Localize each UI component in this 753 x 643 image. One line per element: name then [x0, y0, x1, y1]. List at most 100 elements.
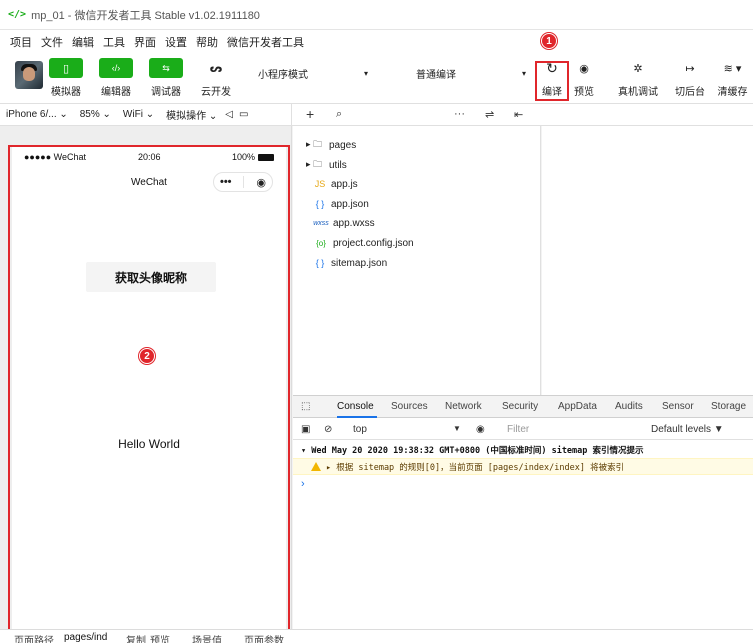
preview-link[interactable]: 预览 [150, 632, 170, 643]
tree-item-project-config[interactable]: {o} project.config.json [313, 233, 414, 253]
background-button[interactable]: ↦ 切后台 [666, 58, 714, 99]
inspect-element-icon[interactable]: ⬚ [301, 401, 310, 412]
real-device-debug-button[interactable]: ✲ 真机调试 [614, 58, 662, 99]
live-expression-icon[interactable]: ◉ [476, 424, 485, 435]
code-icon: ‹/› [99, 58, 133, 78]
menu-item-view[interactable]: 界面 [134, 34, 156, 50]
menu-item-help[interactable]: 帮助 [196, 34, 218, 50]
compile-highlight-box [535, 61, 569, 101]
avatar-face [23, 67, 35, 81]
device-select[interactable]: iPhone 6/... ⌄ [6, 109, 68, 120]
page-params-button[interactable]: 页面参数 [244, 632, 284, 643]
caret-down-icon[interactable]: ▼ [453, 424, 461, 433]
page-path-value[interactable]: pages/ind [64, 632, 107, 643]
sort-icon[interactable]: ⇌ [485, 108, 494, 121]
menu-item-wechat-devtools[interactable]: 微信开发者工具 [227, 34, 304, 50]
more-icon[interactable]: ··· [454, 108, 465, 120]
log-levels-select[interactable]: Default levels ▼ [651, 424, 724, 435]
compile-mode-select[interactable]: 普通编译 ▾ [410, 64, 532, 82]
tree-item-utils[interactable]: ▸ 🗀 utils [303, 155, 347, 175]
clear-console-icon[interactable]: ⊘ [324, 424, 332, 435]
debug-icon: ⇆ [149, 58, 183, 78]
js-file-icon: JS [314, 179, 326, 189]
annotation-badge-1: 1 [541, 33, 557, 49]
tree-item-label: app.json [331, 198, 369, 210]
console-filter-input[interactable]: Filter [497, 422, 647, 437]
simulator-options: iPhone 6/... ⌄ 85% ⌄ WiFi ⌄ 模拟操作 ⌄ ◁ ▭ [0, 103, 292, 126]
network-select[interactable]: WiFi ⌄ [123, 109, 154, 120]
menu-item-edit[interactable]: 编辑 [72, 34, 94, 50]
console-log-group[interactable]: ▾ Wed May 20 2020 19:38:32 GMT+0800 (中国标… [293, 442, 753, 458]
page-path-label: 页面路径 [14, 636, 54, 643]
tab-sources[interactable]: Sources [391, 401, 428, 412]
mode-select[interactable]: 小程序模式 ▾ [252, 64, 374, 82]
menu-item-project[interactable]: 项目 [10, 34, 32, 50]
tree-item-label: project.config.json [333, 237, 414, 249]
sidebar-toggle-icon[interactable]: ▣ [301, 424, 310, 435]
sim-operation-select[interactable]: 模拟操作 ⌄ [166, 107, 217, 122]
search-icon[interactable]: ⌕ [336, 108, 342, 121]
phone-icon: ▯ [49, 58, 83, 78]
tab-storage[interactable]: Storage [711, 401, 746, 412]
background-label: 切后台 [675, 87, 705, 98]
debugger-button[interactable]: ⇆ 调试器 [142, 58, 190, 98]
json-file-icon: { } [315, 258, 325, 268]
window-icon[interactable]: ▭ [239, 109, 248, 120]
tree-item-app-js[interactable]: JS app.js [313, 174, 358, 194]
sub-toolbar: iPhone 6/... ⌄ 85% ⌄ WiFi ⌄ 模拟操作 ⌄ ◁ ▭ +… [0, 103, 753, 126]
debugger-label: 调试器 [151, 87, 181, 98]
menu-item-tools[interactable]: 工具 [103, 34, 125, 50]
cloud-dev-button[interactable]: ᔕ 云开发 [192, 58, 240, 99]
context-select[interactable]: top [353, 424, 367, 435]
add-file-icon[interactable]: + [306, 106, 314, 122]
title-bar: </> mp_01 - 微信开发者工具 Stable v1.02.1911180 [0, 0, 753, 30]
tree-item-label: utils [329, 159, 347, 171]
tab-sensor[interactable]: Sensor [662, 401, 694, 412]
file-tree: ▸ 🗀 pages ▸ 🗀 utils JS app.js { } app.js… [293, 126, 541, 395]
menu-item-file[interactable]: 文件 [41, 34, 63, 50]
tree-item-app-json[interactable]: { } app.json [313, 194, 369, 214]
app-logo-icon: </> [8, 9, 27, 20]
menu-bar: 项目 文件 编辑 工具 界面 设置 帮助 微信开发者工具 [0, 30, 753, 54]
tab-appdata[interactable]: AppData [558, 401, 597, 412]
console-warning-text: ▸ 根据 sitemap 的规则[0]，当前页面 [pages/index/in… [326, 462, 625, 473]
menu-item-settings[interactable]: 设置 [165, 34, 187, 50]
devtools-panel: ⬚ Console Sources Network Security AppDa… [293, 395, 753, 629]
caret-down-icon: ▾ [521, 68, 526, 78]
zoom-select[interactable]: 85% ⌄ [80, 109, 111, 120]
compile-mode-value: 普通编译 [416, 69, 456, 81]
annotation-badge-2: 2 [139, 348, 155, 364]
simulator-button[interactable]: ▯ 模拟器 [42, 58, 90, 98]
bug-icon: ✲ [633, 62, 643, 75]
tab-security[interactable]: Security [502, 401, 538, 412]
scene-value-button[interactable]: 场景值 [192, 632, 222, 643]
tree-item-label: app.wxss [333, 217, 375, 229]
folder-icon: ▸ 🗀 [305, 139, 323, 149]
window-title: mp_01 - 微信开发者工具 Stable v1.02.1911180 [31, 9, 260, 22]
tree-item-app-wxss[interactable]: wxss app.wxss [313, 213, 375, 233]
eye-icon: ◉ [579, 62, 589, 75]
real-device-debug-label: 真机调试 [618, 87, 658, 98]
tab-console[interactable]: Console [337, 401, 374, 412]
tab-network[interactable]: Network [445, 401, 482, 412]
console-prompt[interactable]: › [301, 478, 305, 490]
editor-button[interactable]: ‹/› 编辑器 [92, 58, 140, 98]
copy-link[interactable]: 复制 [126, 632, 146, 643]
file-tree-toolbar: + ⌕ ··· ⇌ ⇤ [292, 104, 753, 126]
sound-icon[interactable]: ◁ [225, 109, 233, 120]
status-bar: 页面路径 pages/ind 复制 预览 场景值 页面参数 [0, 629, 753, 643]
tab-audits[interactable]: Audits [615, 401, 643, 412]
tree-item-pages[interactable]: ▸ 🗀 pages [303, 135, 356, 155]
mode-select-value: 小程序模式 [258, 69, 308, 81]
config-file-icon: {o} [316, 238, 326, 248]
tree-item-label: pages [329, 139, 357, 151]
folder-icon: ▸ 🗀 [305, 159, 323, 169]
collapse-icon[interactable]: ⇤ [514, 108, 523, 121]
avatar[interactable] [15, 61, 43, 89]
clear-cache-button[interactable]: ≋ ▾ 清缓存 [712, 58, 753, 99]
console-filter-bar: ▣ ⊘ top ▼ ◉ Filter Default levels ▼ [293, 419, 753, 440]
switch-background-icon: ↦ [685, 62, 695, 75]
console-warning-row[interactable]: ▸ 根据 sitemap 的规则[0]，当前页面 [pages/index/in… [293, 458, 753, 475]
cloud-dev-label: 云开发 [201, 87, 231, 98]
tree-item-sitemap[interactable]: { } sitemap.json [313, 253, 387, 273]
